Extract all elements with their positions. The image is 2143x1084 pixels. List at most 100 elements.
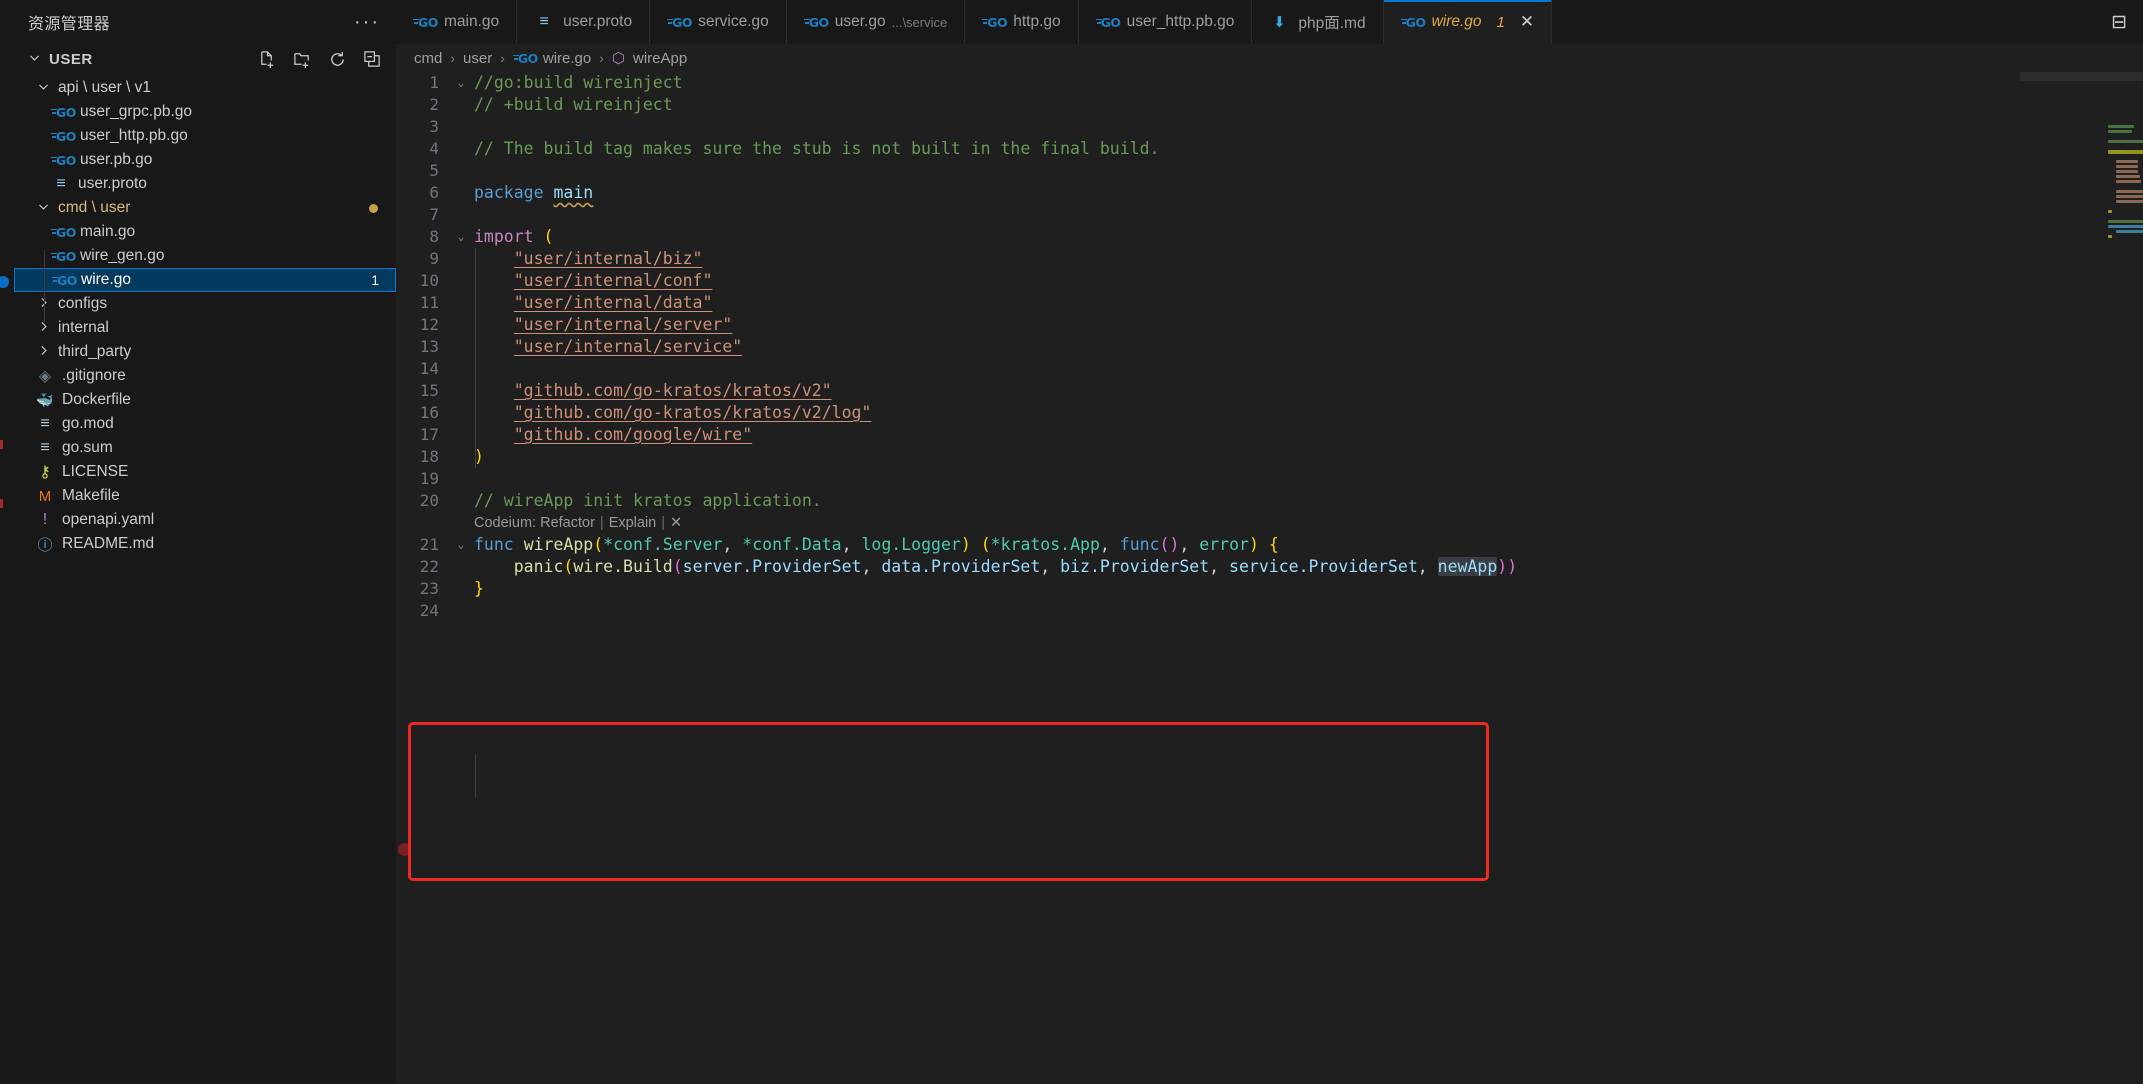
line-number: 23: [419, 579, 439, 598]
editor-tab-user-http-pb-go[interactable]: GO user_http.pb.go: [1078, 0, 1253, 44]
editor-tab-user-go[interactable]: GO user.go ...\service: [786, 0, 966, 44]
chevron-right-icon[interactable]: [35, 320, 51, 336]
tree-item-internal[interactable]: internal: [14, 316, 396, 340]
tree-item-api---user---v1[interactable]: api \ user \ v1: [14, 76, 396, 100]
docker-icon: 🐳: [36, 391, 54, 408]
code-line-22[interactable]: 22 panic(wire.Build(server.ProviderSet, …: [396, 556, 2143, 578]
chevron-down-icon[interactable]: [28, 51, 41, 68]
tree-item-third-party[interactable]: third_party: [14, 340, 396, 364]
code-line-10[interactable]: 10 "user/internal/conf": [396, 270, 2143, 292]
tree-item-dockerfile[interactable]: 🐳 Dockerfile: [14, 388, 396, 412]
explorer-actions: [258, 50, 382, 69]
tree-item-user.pb.go[interactable]: GO user.pb.go: [14, 148, 396, 172]
editor-tab-service-go[interactable]: GO service.go: [650, 0, 787, 44]
chevron-down-icon[interactable]: [35, 200, 51, 216]
fold-chevron-icon[interactable]: ⌄: [452, 534, 470, 556]
line-number: 4: [429, 139, 439, 158]
tree-item-cmd---user[interactable]: cmd \ user: [14, 196, 396, 220]
code-line-17[interactable]: 17 "github.com/google/wire": [396, 424, 2143, 446]
breadcrumb-part-1[interactable]: user: [463, 50, 492, 67]
breadcrumb-separator: ›: [599, 50, 604, 66]
tree-item-main.go[interactable]: GO main.go: [14, 220, 396, 244]
codeium-codelens: Codeium: Refactor | Explain | ✕: [396, 512, 2143, 534]
code-line-15[interactable]: 15 "github.com/go-kratos/kratos/v2": [396, 380, 2143, 402]
code-line-20[interactable]: 20 // wireApp init kratos application.: [396, 490, 2143, 512]
chevron-right-icon[interactable]: [35, 344, 51, 360]
editor-tab-wire-go[interactable]: GO wire.go 1 ✕: [1383, 0, 1553, 44]
editor-tab-php--md[interactable]: ⬇ php面.md: [1252, 0, 1384, 44]
code-line-19[interactable]: 19: [396, 468, 2143, 490]
tree-item-go.mod[interactable]: ≡ go.mod: [14, 412, 396, 436]
split-editor-icon[interactable]: ⊟: [2111, 11, 2127, 34]
tree-item-license[interactable]: ⚷ LICENSE: [14, 460, 396, 484]
code-line-11[interactable]: 11 "user/internal/data": [396, 292, 2143, 314]
line-number: 11: [419, 293, 439, 312]
codeium-close-icon[interactable]: ✕: [670, 512, 682, 534]
code-line-14[interactable]: 14: [396, 358, 2143, 380]
code-line-2[interactable]: 2 // +build wireinject: [396, 94, 2143, 116]
code-line-16[interactable]: 16 "github.com/go-kratos/kratos/v2/log": [396, 402, 2143, 424]
code-line-4[interactable]: 4 // The build tag makes sure the stub is…: [396, 138, 2143, 160]
tree-item-user-grpc.pb.go[interactable]: GO user_grpc.pb.go: [14, 100, 396, 124]
code-text: package main: [474, 183, 594, 202]
code-line-9[interactable]: 9 "user/internal/biz": [396, 248, 2143, 270]
breadcrumb-part-3[interactable]: wireApp: [633, 50, 687, 67]
editor-tab-http-go[interactable]: GO http.go: [965, 0, 1079, 44]
go-icon: GO: [51, 105, 76, 120]
code-line-5[interactable]: 5: [396, 160, 2143, 182]
tree-item-openapi.yaml[interactable]: ! openapi.yaml: [14, 508, 396, 532]
chevron-right-icon[interactable]: [35, 296, 51, 312]
editor-tab-main-go[interactable]: GO main.go: [396, 0, 518, 44]
tree-item-label: wire.go: [81, 271, 131, 288]
line-number: 24: [419, 601, 439, 620]
tree-item-user.proto[interactable]: ≡ user.proto: [14, 172, 396, 196]
chevron-down-icon[interactable]: [35, 80, 51, 96]
code-line-18[interactable]: 18): [396, 446, 2143, 468]
code-line-6[interactable]: 6 package main: [396, 182, 2143, 204]
collapse-all-icon[interactable]: [363, 50, 382, 69]
editor-tab-user-proto[interactable]: ≡ user.proto: [517, 0, 651, 44]
line-number: 17: [419, 425, 439, 444]
code-editor[interactable]: 1 ⌄//go:build wireinject 2// +build wirein…: [396, 72, 2143, 1084]
tree-item-makefile[interactable]: M Makefile: [14, 484, 396, 508]
refresh-icon[interactable]: [328, 50, 347, 69]
code-text: "github.com/go-kratos/kratos/v2": [513, 381, 832, 400]
minimap-slider[interactable]: [2020, 72, 2143, 81]
tree-item-go.sum[interactable]: ≡ go.sum: [14, 436, 396, 460]
code-text: "github.com/google/wire": [513, 425, 753, 444]
fold-chevron-icon[interactable]: ⌄: [452, 226, 470, 248]
explorer-more-actions-icon[interactable]: ···: [354, 12, 380, 32]
new-folder-icon[interactable]: [293, 50, 312, 69]
code-line-13[interactable]: 13 "user/internal/service": [396, 336, 2143, 358]
close-icon[interactable]: ✕: [1520, 12, 1534, 32]
code-line-23[interactable]: 23}: [396, 578, 2143, 600]
tree-item-readme.md[interactable]: ⓘ README.md: [14, 532, 396, 556]
breakpoint-marker[interactable]: [398, 843, 411, 856]
new-file-icon[interactable]: [258, 50, 277, 69]
code-line-8[interactable]: 8 ⌄ import (: [396, 226, 2143, 248]
code-lines[interactable]: 1 ⌄//go:build wireinject 2// +build wirein…: [396, 72, 2143, 622]
tree-item-wire-gen.go[interactable]: GO wire_gen.go: [14, 244, 396, 268]
breadcrumb-part-0[interactable]: cmd: [414, 50, 442, 67]
tree-item-.gitignore[interactable]: ◈ .gitignore: [14, 364, 396, 388]
minimap[interactable]: [2020, 72, 2143, 1084]
tree-item-user-http.pb.go[interactable]: GO user_http.pb.go: [14, 124, 396, 148]
code-line-12[interactable]: 12 "user/internal/server": [396, 314, 2143, 336]
code-line-1[interactable]: 1 ⌄//go:build wireinject: [396, 72, 2143, 94]
fold-chevron-icon[interactable]: ⌄: [452, 72, 470, 94]
code-line-21[interactable]: 21 ⌄ func wireApp(*conf.Server, *conf.Data…: [396, 534, 2143, 556]
code-line-24[interactable]: 24: [396, 600, 2143, 622]
codeium-refactor-link[interactable]: Refactor: [540, 512, 595, 534]
tree-item-label: go.sum: [62, 439, 113, 456]
tree-item-wire.go[interactable]: GO wire.go 1: [14, 268, 396, 292]
line-number: 16: [419, 403, 439, 422]
activity-bar[interactable]: [0, 44, 14, 1084]
explorer-header: 资源管理器 ···: [14, 0, 396, 44]
codeium-explain-link[interactable]: Explain: [609, 512, 657, 534]
code-line-7[interactable]: 7: [396, 204, 2143, 226]
breadcrumb-part-2[interactable]: wire.go: [543, 50, 591, 67]
code-line-3[interactable]: 3: [396, 116, 2143, 138]
workspace-folder-row[interactable]: USER: [14, 44, 396, 74]
tree-item-label: Makefile: [62, 487, 120, 504]
tree-item-configs[interactable]: configs: [14, 292, 396, 316]
